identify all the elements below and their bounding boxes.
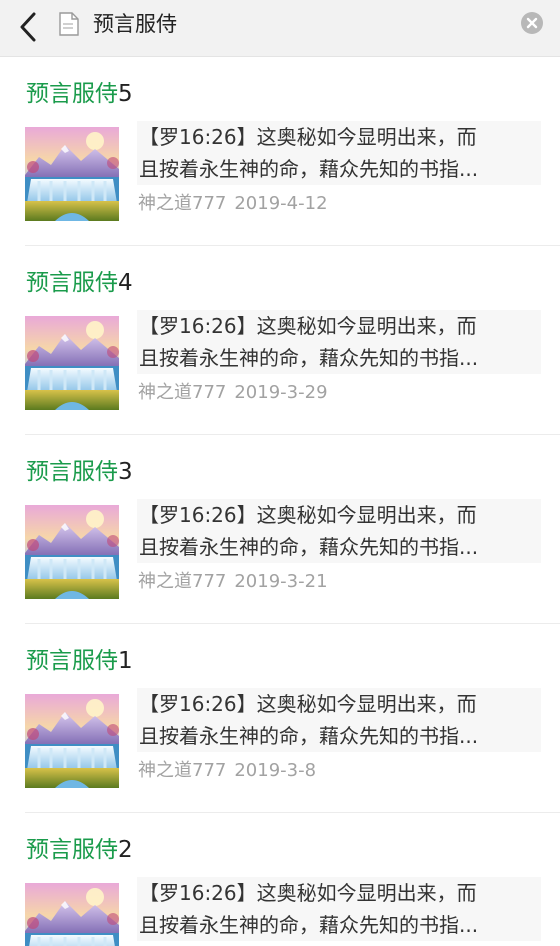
article-title[interactable]: 预言服侍4 <box>26 268 133 298</box>
article-item[interactable]: 预言服侍5 【罗16:26】这奥秘如今显明出来，而 且按着永生神的命，藉众先知的… <box>0 57 560 246</box>
article-title-number: 5 <box>118 81 133 107</box>
excerpt-line: 【罗16:26】这奥秘如今显明出来，而 <box>139 314 477 338</box>
article-excerpt: 【罗16:26】这奥秘如今显明出来，而 且按着永生神的命，藉众先知的书指... <box>137 688 541 752</box>
article-title[interactable]: 预言服侍2 <box>26 835 133 865</box>
article-excerpt: 【罗16:26】这奥秘如今显明出来，而 且按着永生神的命，藉众先知的书指... <box>137 499 541 563</box>
article-title[interactable]: 预言服侍3 <box>26 457 133 487</box>
article-item[interactable]: 预言服侍1 【罗16:26】这奥秘如今显明出来，而 且按着永生神的命，藉众先知的… <box>0 624 560 813</box>
article-meta: 神之道777 2019-3-29 <box>138 380 328 406</box>
article-item[interactable]: 预言服侍3 【罗16:26】这奥秘如今显明出来，而 且按着永生神的命，藉众先知的… <box>0 435 560 624</box>
article-thumbnail[interactable] <box>25 127 119 221</box>
article-title-number: 2 <box>118 837 133 863</box>
article-thumbnail[interactable] <box>25 694 119 788</box>
article-title-keyword: 预言服侍 <box>26 837 118 863</box>
excerpt-line: 【罗16:26】这奥秘如今显明出来，而 <box>139 125 477 149</box>
article-thumbnail[interactable] <box>25 883 119 946</box>
document-icon <box>59 12 79 36</box>
article-author: 神之道777 <box>138 193 227 214</box>
article-date: 2019-3-8 <box>234 760 317 781</box>
article-date: 2019-3-29 <box>234 382 328 403</box>
excerpt-line: 且按着永生神的命，藉众先知的书指... <box>139 724 479 748</box>
article-meta: 神之道777 2019-3-8 <box>138 758 316 784</box>
article-thumbnail[interactable] <box>25 505 119 599</box>
article-title-number: 4 <box>118 270 133 296</box>
excerpt-line: 且按着永生神的命，藉众先知的书指... <box>139 913 479 937</box>
article-title-keyword: 预言服侍 <box>26 81 118 107</box>
article-excerpt: 【罗16:26】这奥秘如今显明出来，而 且按着永生神的命，藉众先知的书指... <box>137 310 541 374</box>
excerpt-line: 【罗16:26】这奥秘如今显明出来，而 <box>139 503 477 527</box>
clear-icon <box>526 17 538 29</box>
excerpt-line: 且按着永生神的命，藉众先知的书指... <box>139 157 479 181</box>
article-date: 2019-3-21 <box>234 571 328 592</box>
article-thumbnail[interactable] <box>25 316 119 410</box>
article-title-keyword: 预言服侍 <box>26 459 118 485</box>
excerpt-line: 【罗16:26】这奥秘如今显明出来，而 <box>139 881 477 905</box>
excerpt-line: 且按着永生神的命，藉众先知的书指... <box>139 535 479 559</box>
article-item[interactable]: 预言服侍2 【罗16:26】这奥秘如今显明出来，而 且按着永生神的命，藉众先知的… <box>0 813 560 946</box>
chevron-left-icon <box>20 12 36 42</box>
excerpt-line: 【罗16:26】这奥秘如今显明出来，而 <box>139 692 477 716</box>
article-meta: 神之道777 2019-3-21 <box>138 569 328 595</box>
article-item[interactable]: 预言服侍4 【罗16:26】这奥秘如今显明出来，而 且按着永生神的命，藉众先知的… <box>0 246 560 435</box>
article-title-keyword: 预言服侍 <box>26 648 118 674</box>
article-author: 神之道777 <box>138 571 227 592</box>
back-button[interactable] <box>14 10 44 44</box>
article-meta: 神之道777 2019-4-12 <box>138 191 328 217</box>
clear-button[interactable] <box>521 12 543 34</box>
article-title[interactable]: 预言服侍1 <box>26 646 133 676</box>
article-title[interactable]: 预言服侍5 <box>26 79 133 109</box>
article-excerpt: 【罗16:26】这奥秘如今显明出来，而 且按着永生神的命，藉众先知的书指... <box>137 877 541 941</box>
top-nav-bar: 预言服侍 <box>0 0 560 57</box>
excerpt-line: 且按着永生神的命，藉众先知的书指... <box>139 346 479 370</box>
page-title: 预言服侍 <box>93 12 177 36</box>
article-title-number: 3 <box>118 459 133 485</box>
article-excerpt: 【罗16:26】这奥秘如今显明出来，而 且按着永生神的命，藉众先知的书指... <box>137 121 541 185</box>
article-author: 神之道777 <box>138 760 227 781</box>
article-title-number: 1 <box>118 648 133 674</box>
article-author: 神之道777 <box>138 382 227 403</box>
article-title-keyword: 预言服侍 <box>26 270 118 296</box>
article-date: 2019-4-12 <box>234 193 328 214</box>
